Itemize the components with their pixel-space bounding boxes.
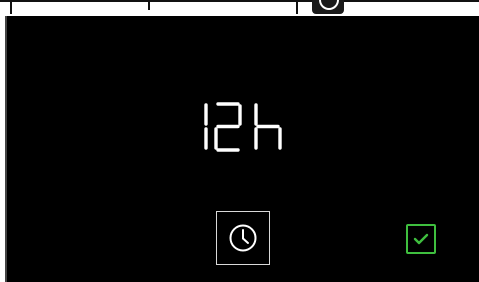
time-readout: 12h [17, 102, 467, 156]
device-frame-top [0, 0, 479, 16]
frame-knob [312, 0, 344, 14]
frame-tick [148, 0, 150, 10]
bezel-edge [5, 16, 7, 282]
display-screen: 12h [17, 24, 467, 276]
check-icon [413, 233, 429, 245]
timer-mode-button[interactable] [216, 211, 270, 265]
frame-top-line [0, 0, 479, 2]
segment-digits [204, 102, 282, 152]
confirm-button[interactable] [406, 224, 436, 254]
frame-tick [10, 0, 12, 14]
clock-icon [229, 224, 257, 252]
frame-tick [296, 0, 298, 14]
